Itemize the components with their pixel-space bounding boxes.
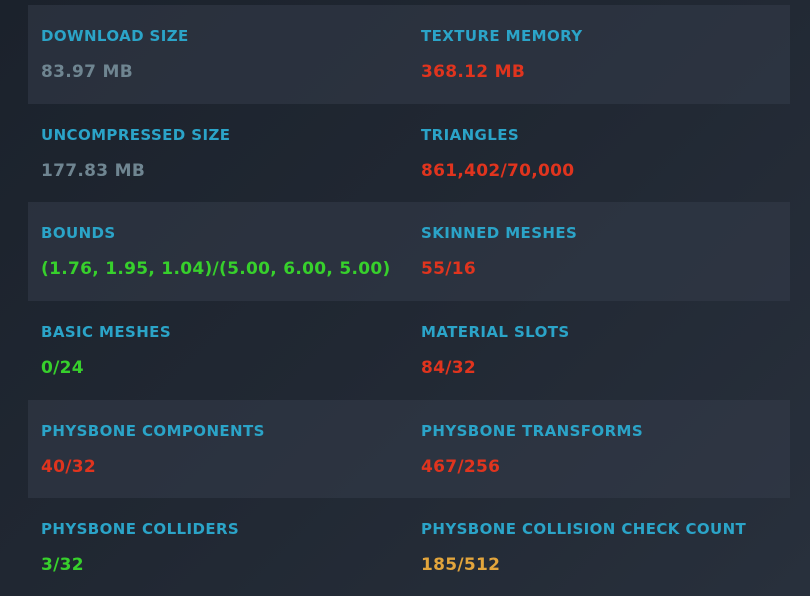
- stat-row-bounds-skinned: BOUNDS (1.76, 1.95, 1.04)/(5.00, 6.00, 5…: [28, 202, 790, 302]
- stat-value: (1.76, 1.95, 1.04)/(5.00, 6.00, 5.00): [41, 259, 391, 280]
- stat-physbone-transforms: PHYSBONE TRANSFORMS 467/256: [421, 400, 790, 499]
- stat-download-size: DOWNLOAD SIZE 83.97 MB: [41, 5, 411, 104]
- stat-label: BASIC MESHES: [41, 323, 172, 342]
- stat-value: 177.83 MB: [41, 160, 146, 181]
- stat-label: PHYSBONE COLLIDERS: [41, 520, 240, 539]
- stat-bounds: BOUNDS (1.76, 1.95, 1.04)/(5.00, 6.00, 5…: [41, 202, 411, 301]
- stat-value: 861,402/70,000: [421, 160, 575, 181]
- stat-row-download-texture: DOWNLOAD SIZE 83.97 MB TEXTURE MEMORY 36…: [28, 5, 790, 104]
- stat-label: PHYSBONE COMPONENTS: [41, 421, 265, 440]
- stat-value: 368.12 MB: [421, 62, 526, 82]
- stat-label: DOWNLOAD SIZE: [41, 27, 189, 45]
- stat-label: SKINNED MESHES: [421, 224, 578, 243]
- stat-physbone-colliders: PHYSBONE COLLIDERS 3/32: [41, 498, 411, 596]
- stat-row-physbone-colliders-checks: PHYSBONE COLLIDERS 3/32 PHYSBONE COLLISI…: [28, 498, 790, 596]
- stat-value: 467/256: [421, 456, 501, 477]
- stat-label: TEXTURE MEMORY: [421, 27, 583, 45]
- stat-label: MATERIAL SLOTS: [421, 323, 570, 342]
- stat-basic-meshes: BASIC MESHES 0/24: [41, 301, 411, 400]
- stat-texture-memory: TEXTURE MEMORY 368.12 MB: [421, 5, 790, 104]
- stat-physbone-components: PHYSBONE COMPONENTS 40/32: [41, 400, 411, 499]
- stat-row-uncompressed-triangles: UNCOMPRESSED SIZE 177.83 MB TRIANGLES 86…: [28, 104, 790, 203]
- stat-value: 40/32: [41, 456, 97, 477]
- stat-value: 0/24: [41, 358, 84, 379]
- stat-value: 185/512: [421, 555, 501, 576]
- stat-value: 3/32: [41, 555, 84, 576]
- performance-stats-panel: DOWNLOAD SIZE 83.97 MB TEXTURE MEMORY 36…: [28, 5, 790, 596]
- stat-label: TRIANGLES: [421, 125, 520, 144]
- stat-triangles: TRIANGLES 861,402/70,000: [421, 104, 790, 203]
- stat-physbone-collision-check-count: PHYSBONE COLLISION CHECK COUNT 185/512: [421, 498, 790, 596]
- stat-row-physbone-components-transforms: PHYSBONE COMPONENTS 40/32 PHYSBONE TRANS…: [28, 399, 790, 499]
- stat-value: 55/16: [421, 259, 477, 280]
- stat-row-basic-material: BASIC MESHES 0/24 MATERIAL SLOTS 84/32: [28, 301, 790, 400]
- stat-label: PHYSBONE TRANSFORMS: [421, 421, 644, 440]
- stat-skinned-meshes: SKINNED MESHES 55/16: [421, 202, 790, 301]
- stat-label: BOUNDS: [41, 224, 116, 243]
- stat-value: 84/32: [421, 358, 477, 379]
- stat-value: 83.97 MB: [41, 62, 133, 82]
- stat-uncompressed-size: UNCOMPRESSED SIZE 177.83 MB: [41, 104, 411, 203]
- stat-material-slots: MATERIAL SLOTS 84/32: [421, 301, 790, 400]
- stat-label: PHYSBONE COLLISION CHECK COUNT: [421, 520, 747, 539]
- stat-label: UNCOMPRESSED SIZE: [41, 125, 231, 144]
